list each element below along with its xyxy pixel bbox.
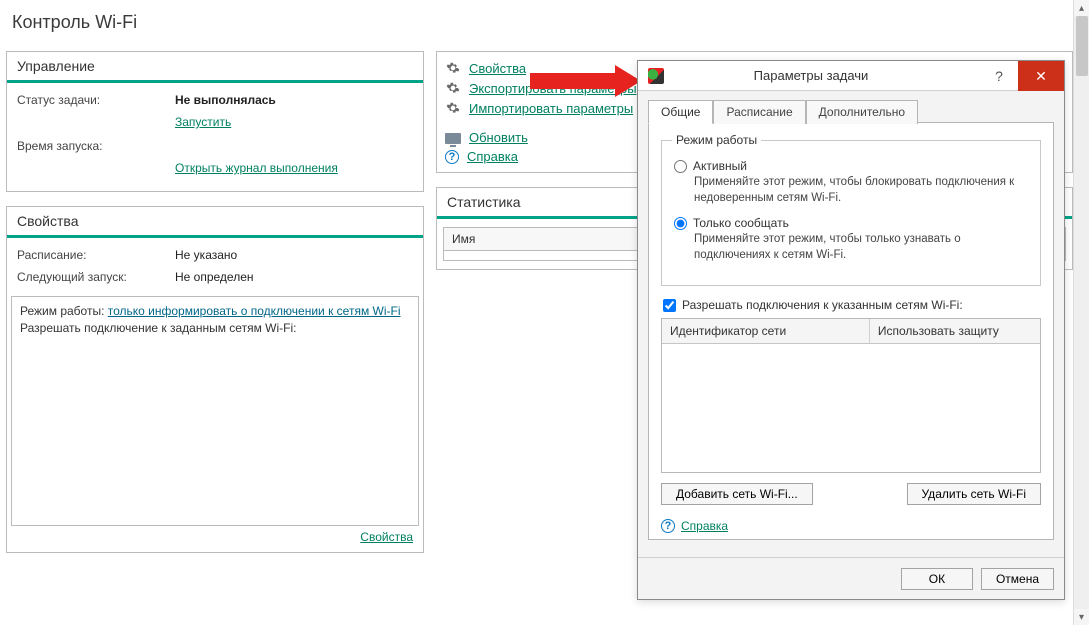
delete-wifi-button[interactable]: Удалить сеть Wi-Fi [907,483,1042,505]
monitor-icon [445,133,461,144]
properties-header: Свойства [7,207,423,238]
tab-general[interactable]: Общие [648,100,713,124]
scroll-up-icon[interactable]: ▴ [1074,0,1089,16]
dialog-footer: ОК Отмена [638,557,1064,599]
action-properties[interactable]: Свойства [469,61,526,76]
tab-schedule[interactable]: Расписание [713,100,805,124]
task-settings-dialog: Параметры задачи ? ✕ Общие Расписание До… [637,60,1065,600]
mode-prefix: Режим работы: [20,304,108,318]
gear-icon [445,100,461,116]
mode-group: Режим работы Активный Применяйте этот ре… [661,133,1041,286]
gear-icon [445,80,461,96]
gear-icon [445,60,461,76]
run-link[interactable]: Запустить [175,115,231,129]
desc-report: Применяйте этот режим, чтобы только узна… [694,232,1030,263]
allow-check-row[interactable]: Разрешать подключения к указанным сетям … [663,298,1041,312]
radio-report[interactable] [674,217,687,230]
properties-link[interactable]: Свойства [360,530,413,544]
mode-value-link[interactable]: только информировать о подключении к сет… [108,304,401,318]
help-icon: ? [661,519,675,533]
dialog-help-button[interactable]: ? [982,61,1016,91]
ok-button[interactable]: ОК [901,568,973,590]
schedule-value: Не указано [175,248,237,262]
action-export[interactable]: Экспортировать параметры [469,81,637,96]
mode-legend: Режим работы [672,133,761,147]
allow-line: Разрешать подключение к заданным сетям W… [20,321,296,335]
page-title: Контроль Wi-Fi [12,12,1083,33]
allow-checkbox[interactable] [663,299,676,312]
dialog-close-button[interactable]: ✕ [1018,61,1064,91]
management-header: Управление [7,52,423,83]
page-scrollbar[interactable]: ▴ ▾ [1073,0,1089,625]
dialog-title: Параметры задачи [638,68,984,83]
start-time-label: Время запуска: [17,139,175,153]
properties-panel: Свойства Расписание: Не указано Следующи… [6,206,424,553]
management-panel: Управление Статус задачи: Не выполнялась… [6,51,424,192]
tab-advanced[interactable]: Дополнительно [806,100,918,124]
radio-active-label: Активный [693,159,747,173]
tab-pane-general: Режим работы Активный Применяйте этот ре… [648,122,1054,540]
add-wifi-button[interactable]: Добавить сеть Wi-Fi... [661,483,813,505]
dialog-help-link[interactable]: Справка [681,519,728,533]
next-run-label: Следующий запуск: [17,270,175,284]
next-run-value: Не определен [175,270,254,284]
action-import[interactable]: Импортировать параметры [469,101,633,116]
radio-active[interactable] [674,160,687,173]
open-log-link[interactable]: Открыть журнал выполнения [175,161,338,175]
radio-report-row[interactable]: Только сообщать [674,216,1030,230]
grid-col-ssid: Идентификатор сети [662,319,870,343]
status-label: Статус задачи: [17,93,175,107]
scroll-down-icon[interactable]: ▾ [1074,609,1089,625]
dialog-titlebar: Параметры задачи ? ✕ [638,61,1064,91]
help-icon: ? [445,150,459,164]
properties-textbox: Режим работы: только информировать о под… [11,296,419,526]
wifi-grid[interactable]: Идентификатор сети Использовать защиту [661,318,1041,473]
radio-active-row[interactable]: Активный [674,159,1030,173]
action-refresh[interactable]: Обновить [469,130,528,145]
desc-active: Применяйте этот режим, чтобы блокировать… [694,175,1030,206]
scroll-thumb[interactable] [1076,16,1088,76]
status-value: Не выполнялась [175,93,276,107]
grid-col-protect: Использовать защиту [870,319,1040,343]
cancel-button[interactable]: Отмена [981,568,1054,590]
radio-report-label: Только сообщать [693,216,789,230]
schedule-label: Расписание: [17,248,175,262]
action-help[interactable]: Справка [467,149,518,164]
allow-check-label: Разрешать подключения к указанным сетям … [682,298,963,312]
